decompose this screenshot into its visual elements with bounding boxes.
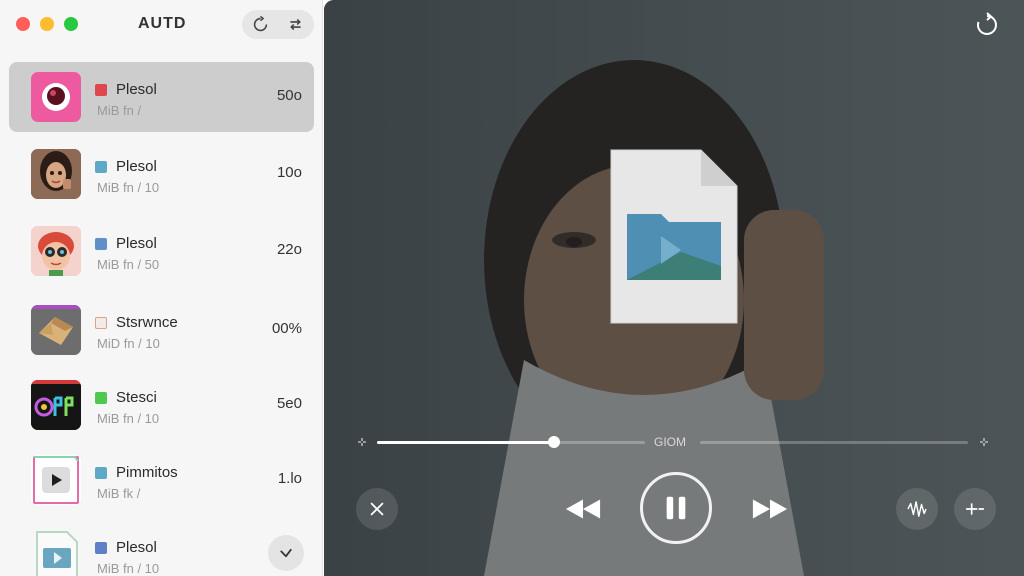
thumbnail-portrait-woman [31,149,81,199]
seek-label: GIOM [654,435,686,449]
list-item[interactable]: Pimmitos MiB fk / 1.lo [9,445,314,515]
item-meta: MiB fn / 10 [97,411,160,426]
titlebar: AUTD [0,0,322,50]
file-type-badge [95,467,107,479]
item-meta: MiB fn / 10 [97,561,160,576]
seek-handle[interactable] [548,436,560,448]
video-player[interactable]: GIOM [324,0,1024,576]
item-meta: MiD fn / 10 [97,336,160,351]
seek-progress [377,441,554,444]
item-value: 10o [276,164,302,181]
thumbnail-graffiti [31,380,81,430]
item-meta: MiB fk / [97,486,141,501]
pause-button[interactable] [640,472,712,544]
chevron-down-icon [280,548,292,558]
waveform-icon [907,501,927,517]
item-name: Stesci [116,389,157,406]
item-value: 1.lo [277,470,302,487]
close-icon [370,502,384,516]
app-title: AUTD [138,15,187,32]
refresh-icon [253,16,267,32]
pause-icon [666,496,686,520]
add-button[interactable] [954,488,996,530]
expand-icon [980,438,988,446]
rewind-button[interactable] [562,492,604,526]
item-value: 50o [276,87,302,104]
swap-button[interactable] [282,13,308,36]
item-meta: MiB fn / 50 [97,257,160,272]
file-type-badge [95,542,107,554]
waveform-button[interactable] [896,488,938,530]
rotate-icon [977,12,997,35]
list-item[interactable]: Plesol MiB fn / 10 10o [9,139,314,209]
thumbnail-craft-paper [31,305,81,355]
thumbnail-video-document [31,530,81,576]
add-icon [965,503,985,515]
shrink-icon [358,438,366,446]
minimize-window-button[interactable] [40,17,54,31]
file-type-badge [95,317,107,329]
list-item[interactable]: Plesol MiB fn / 50o [9,62,314,132]
seek-track-secondary[interactable] [700,441,968,444]
close-player-button[interactable] [356,488,398,530]
swap-arrows-icon [289,18,301,31]
video-file-icon [610,149,738,324]
thumbnail-play-document [31,455,81,505]
item-meta: MiB fn / 10 [97,180,160,195]
item-meta: MiB fn / [97,103,142,118]
sidebar: AUTD Plesol MiB fn / 50o Plesol MiB fn /… [0,0,323,576]
rewind-icon [565,499,601,519]
toolbar-group [242,10,314,39]
item-name: Stsrwnce [116,314,178,331]
fast-forward-button[interactable] [749,492,791,526]
item-value: 00% [271,320,302,337]
scroll-down-button[interactable] [268,535,304,571]
file-type-badge [95,238,107,250]
item-value: 22o [276,241,302,258]
thumbnail-cartoon-face [31,226,81,276]
close-window-button[interactable] [16,17,30,31]
list-item[interactable]: Stesci MiB fn / 10 5e0 [9,370,314,440]
file-type-badge [95,392,107,404]
item-name: Plesol [116,81,157,98]
list-item[interactable]: Plesol MiB fn / 50 22o [9,216,314,286]
item-value: 5e0 [276,395,302,412]
seek-bar[interactable]: GIOM [324,430,1024,454]
file-type-badge [95,84,107,96]
rotate-button[interactable] [974,12,1000,38]
fast-forward-icon [752,499,788,519]
item-name: Plesol [116,158,157,175]
thumbnail-pink-app [31,72,81,122]
item-name: Pimmitos [116,464,178,481]
zoom-window-button[interactable] [64,17,78,31]
file-type-badge [95,161,107,173]
item-name: Plesol [116,235,157,252]
list-item[interactable]: Stsrwnce MiD fn / 10 00% [9,295,314,365]
refresh-button[interactable] [247,13,273,36]
item-name: Plesol [116,539,157,556]
